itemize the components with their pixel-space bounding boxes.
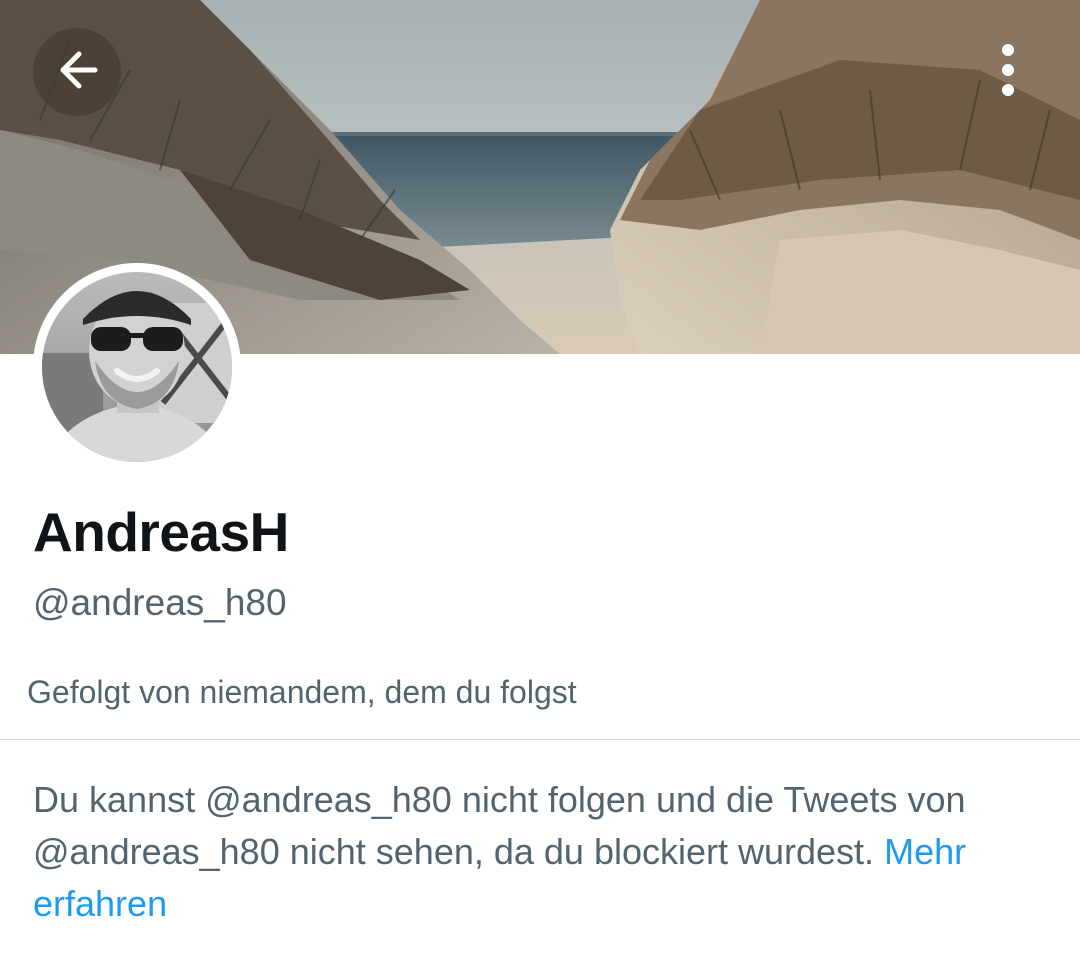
profile-display-name: AndreasH	[33, 501, 289, 563]
profile-handle: @andreas_h80	[33, 582, 287, 623]
blocked-notice: Du kannst @andreas_h80 nicht folgen und …	[33, 774, 1053, 930]
divider	[0, 739, 1080, 740]
blocked-notice-text: Du kannst @andreas_h80 nicht folgen und …	[33, 779, 966, 872]
profile-page: AndreasH @andreas_h80 Gefolgt von nieman…	[0, 0, 1080, 959]
followed-by-text: Gefolgt von niemandem, dem du folgst	[27, 674, 577, 710]
more-options-button[interactable]	[964, 28, 1052, 116]
more-vertical-icon	[998, 42, 1018, 103]
arrow-left-icon	[53, 46, 101, 99]
back-button[interactable]	[33, 28, 121, 116]
avatar[interactable]	[33, 263, 241, 471]
